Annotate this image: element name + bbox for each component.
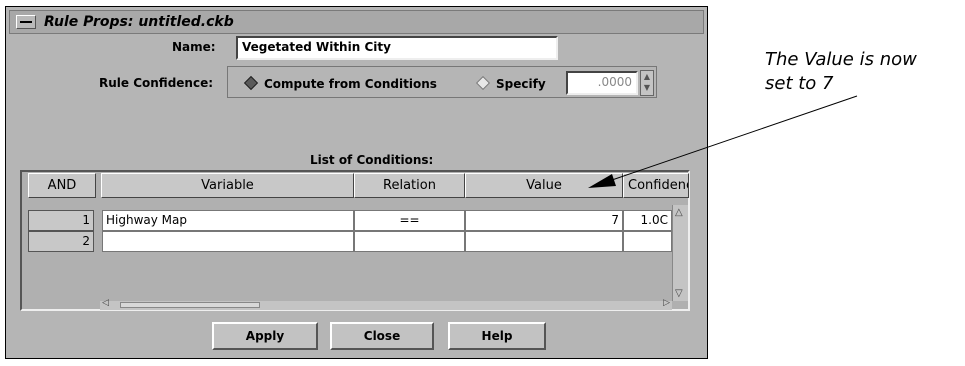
column-header-variable[interactable]: Variable (101, 173, 354, 198)
compute-from-conditions-option[interactable]: Compute from Conditions (264, 77, 437, 91)
name-label: Name: (172, 40, 216, 54)
specify-value-input[interactable]: .0000 (566, 71, 638, 95)
row-number[interactable]: 2 (28, 231, 94, 252)
scroll-down-arrow-icon[interactable]: ▽ (675, 288, 683, 299)
confidence-cell[interactable]: 1.0C (623, 210, 672, 231)
variable-cell[interactable] (102, 231, 354, 252)
value-cell[interactable] (465, 231, 623, 252)
scroll-left-arrow-icon[interactable]: ◁ (102, 298, 109, 308)
apply-button[interactable]: Apply (212, 322, 318, 350)
annotation-line-1: The Value is now (765, 49, 917, 70)
column-header-confidence[interactable]: Confidence (623, 173, 689, 198)
relation-cell[interactable] (354, 231, 465, 252)
column-header-and[interactable]: AND (28, 173, 96, 198)
spinner-arrows-icon[interactable]: ▲ ▼ (640, 70, 654, 96)
scroll-right-arrow-icon[interactable]: ▷ (663, 298, 670, 308)
window-title: Rule Props: untitled.ckb (44, 14, 234, 30)
row-number[interactable]: 1 (28, 210, 94, 231)
list-of-conditions-title: List of Conditions: (310, 153, 434, 167)
relation-cell[interactable]: == (354, 210, 465, 231)
window-menu-icon[interactable] (16, 15, 36, 29)
confidence-cell[interactable] (623, 231, 672, 252)
title-bar: Rule Props: untitled.ckb (9, 10, 704, 34)
name-input[interactable]: Vegetated Within City (236, 36, 558, 60)
scroll-up-arrow-icon[interactable]: △ (675, 207, 683, 218)
variable-cell[interactable]: Highway Map (102, 210, 354, 231)
annotation-line-2: set to 7 (765, 73, 834, 94)
horizontal-scrollbar[interactable]: ◁ ▷ (100, 298, 672, 310)
scroll-thumb[interactable] (120, 302, 260, 308)
rule-confidence-label: Rule Confidence: (99, 76, 214, 90)
column-header-value[interactable]: Value (465, 173, 623, 198)
value-cell[interactable]: 7 (465, 210, 623, 231)
annotation-text: The Value is now set to 7 (765, 48, 965, 96)
column-header-relation[interactable]: Relation (354, 173, 465, 198)
close-button[interactable]: Close (330, 322, 434, 350)
help-button[interactable]: Help (448, 322, 546, 350)
specify-option[interactable]: Specify (496, 77, 546, 91)
vertical-scrollbar[interactable]: △ ▽ (672, 205, 688, 301)
